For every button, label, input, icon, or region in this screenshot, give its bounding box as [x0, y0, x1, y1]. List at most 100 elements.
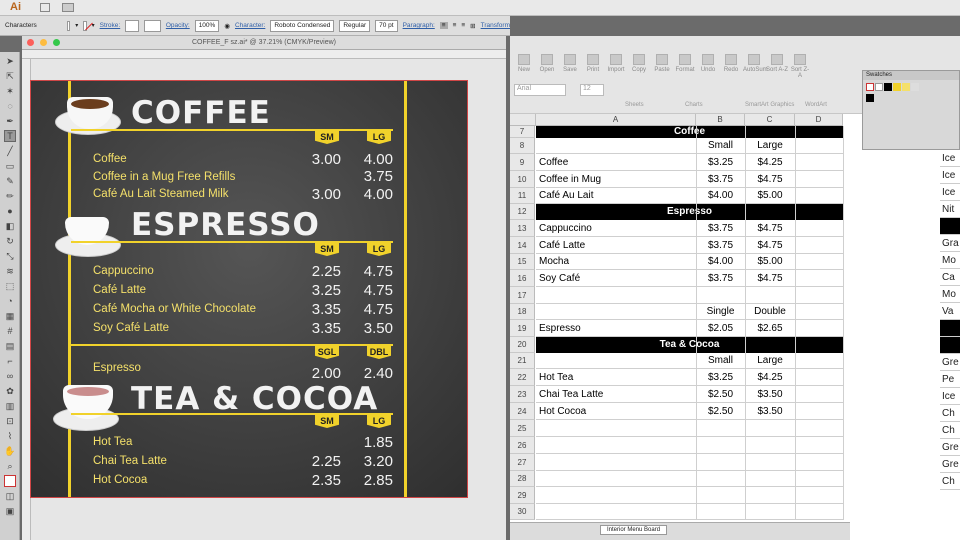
row-header-16[interactable]: 16 — [510, 270, 535, 287]
perspective-grid-tool-icon[interactable]: ▦ — [4, 310, 16, 322]
shape-builder-tool-icon[interactable]: ◔ — [4, 295, 16, 307]
gradient-tool-icon[interactable]: ▤ — [4, 340, 16, 352]
cell-c24[interactable]: $3.50 — [745, 403, 795, 420]
font-name-field[interactable]: Arial — [514, 84, 566, 96]
font-style-select[interactable]: Regular — [339, 19, 371, 32]
row-header-15[interactable]: 15 — [510, 254, 535, 270]
ribbon-tab-2[interactable]: SmartArt Graphics — [745, 102, 794, 108]
side-cell[interactable]: Gra — [940, 235, 960, 252]
cell-a25[interactable] — [536, 420, 696, 437]
align-center-icon[interactable]: ≡ — [453, 22, 457, 29]
gray-swatch[interactable] — [911, 83, 919, 91]
type-tool-icon[interactable]: T — [4, 130, 16, 142]
column-header-A[interactable]: A — [536, 114, 696, 126]
stroke-link[interactable]: Stroke: — [100, 22, 121, 29]
cell-b10[interactable]: $3.75 — [696, 171, 745, 188]
row-header-20[interactable]: 20 — [510, 337, 535, 353]
cell-a26[interactable] — [536, 437, 696, 454]
blob-brush-tool-icon[interactable]: ● — [4, 205, 16, 217]
pen-tool-icon[interactable]: ✒ — [4, 115, 16, 127]
minimize-window-icon[interactable] — [40, 39, 47, 46]
cell-a21[interactable] — [536, 353, 696, 369]
cell-c11[interactable]: $5.00 — [745, 188, 795, 204]
row-header-22[interactable]: 22 — [510, 369, 535, 386]
yellow-swatch[interactable] — [893, 83, 901, 91]
draw-mode-icon[interactable]: ◫ — [4, 490, 16, 502]
ribbon-button-12[interactable]: Sort Z-A — [789, 54, 811, 79]
cell-b22[interactable]: $3.25 — [696, 369, 745, 386]
opacity-link[interactable]: Opacity: — [166, 22, 190, 29]
side-cell[interactable]: Ice — [940, 167, 960, 184]
cell-b24[interactable]: $2.50 — [696, 403, 745, 420]
row-header-24[interactable]: 24 — [510, 403, 535, 420]
cell-a8[interactable] — [536, 138, 696, 154]
variable-width-field[interactable] — [143, 19, 161, 32]
line-tool-icon[interactable]: ╱ — [4, 145, 16, 157]
ribbon-button-2[interactable]: Save — [559, 54, 581, 73]
bridge-icon[interactable] — [40, 3, 50, 12]
ribbon-button-1[interactable]: Open — [536, 54, 558, 73]
eraser-tool-icon[interactable]: ◧ — [4, 220, 16, 232]
registration-swatch[interactable] — [866, 94, 874, 102]
cell-a30[interactable] — [536, 504, 696, 520]
row-header-12[interactable]: 12 — [510, 204, 535, 220]
cell-a13[interactable]: Cappuccino — [536, 220, 696, 237]
cell-c29[interactable] — [745, 487, 795, 504]
align-objects-icon[interactable]: ⊞ — [470, 22, 475, 30]
free-transform-tool-icon[interactable]: ⬚ — [4, 280, 16, 292]
slice-tool-icon[interactable]: ⌇ — [4, 430, 16, 442]
row-header-14[interactable]: 14 — [510, 237, 535, 254]
ribbon-button-10[interactable]: AutoSum — [743, 54, 768, 73]
cell-c26[interactable] — [745, 437, 795, 454]
cell-c19[interactable]: $2.65 — [745, 320, 795, 337]
cell-b25[interactable] — [696, 420, 745, 437]
spreadsheet-grid[interactable]: A B C D 7 Coffee 8 Small Large 9 Coffee $3.25 $4.25 1… — [510, 114, 960, 540]
align-right-icon[interactable]: ≡ — [461, 22, 465, 29]
cell-b29[interactable] — [696, 487, 745, 504]
cell-b21[interactable]: Small — [696, 353, 745, 369]
row-header-21[interactable]: 21 — [510, 353, 535, 369]
row-header-27[interactable]: 27 — [510, 454, 535, 471]
cell-a23[interactable]: Chai Tea Latte — [536, 386, 696, 403]
cell-c27[interactable] — [745, 454, 795, 471]
side-cell[interactable]: Va — [940, 303, 960, 320]
row-header-28[interactable]: 28 — [510, 471, 535, 487]
column-header-C[interactable]: C — [745, 114, 795, 126]
side-cell[interactable] — [940, 337, 960, 354]
magic-wand-tool-icon[interactable]: ✶ — [4, 85, 16, 97]
row-header-8[interactable]: 8 — [510, 138, 535, 154]
ribbon-tab-3[interactable]: WordArt — [805, 102, 827, 108]
cell-b27[interactable] — [696, 454, 745, 471]
side-cell[interactable]: Ice — [940, 184, 960, 201]
cell-b16[interactable]: $3.75 — [696, 270, 745, 287]
cell-c14[interactable]: $4.75 — [745, 237, 795, 254]
cell-b19[interactable]: $2.05 — [696, 320, 745, 337]
section-band-row[interactable]: Espresso — [536, 204, 843, 220]
menu-board-artboard[interactable]: COFFEE SM LG Coffee 3.00 4.00 Coffee in … — [30, 80, 468, 498]
column-header-B[interactable]: B — [696, 114, 745, 126]
black-swatch[interactable] — [884, 83, 892, 91]
side-cell[interactable]: Ch — [940, 405, 960, 422]
cell-a10[interactable]: Coffee in Mug — [536, 171, 696, 188]
cell-c21[interactable]: Large — [745, 353, 795, 369]
transform-link[interactable]: Transform — [481, 22, 510, 29]
mesh-tool-icon[interactable]: # — [4, 325, 16, 337]
cell-c13[interactable]: $4.75 — [745, 220, 795, 237]
font-size-field[interactable]: 70 pt — [375, 19, 398, 32]
side-cell[interactable] — [940, 320, 960, 337]
opacity-field[interactable]: 100% — [194, 19, 220, 32]
cell-b23[interactable]: $2.50 — [696, 386, 745, 403]
cell-c8[interactable]: Large — [745, 138, 795, 154]
cell-b15[interactable]: $4.00 — [696, 254, 745, 270]
cell-c22[interactable]: $4.25 — [745, 369, 795, 386]
side-cell[interactable]: Gre — [940, 456, 960, 473]
rotate-tool-icon[interactable]: ↻ — [4, 235, 16, 247]
cell-c28[interactable] — [745, 471, 795, 487]
row-header-7[interactable]: 7 — [510, 126, 535, 138]
zoom-window-icon[interactable] — [53, 39, 60, 46]
side-cell[interactable]: Nit — [940, 201, 960, 218]
cell-a11[interactable]: Café Au Lait — [536, 188, 696, 204]
cell-c23[interactable]: $3.50 — [745, 386, 795, 403]
graph-tool-icon[interactable]: ▥ — [4, 400, 16, 412]
cell-c25[interactable] — [745, 420, 795, 437]
